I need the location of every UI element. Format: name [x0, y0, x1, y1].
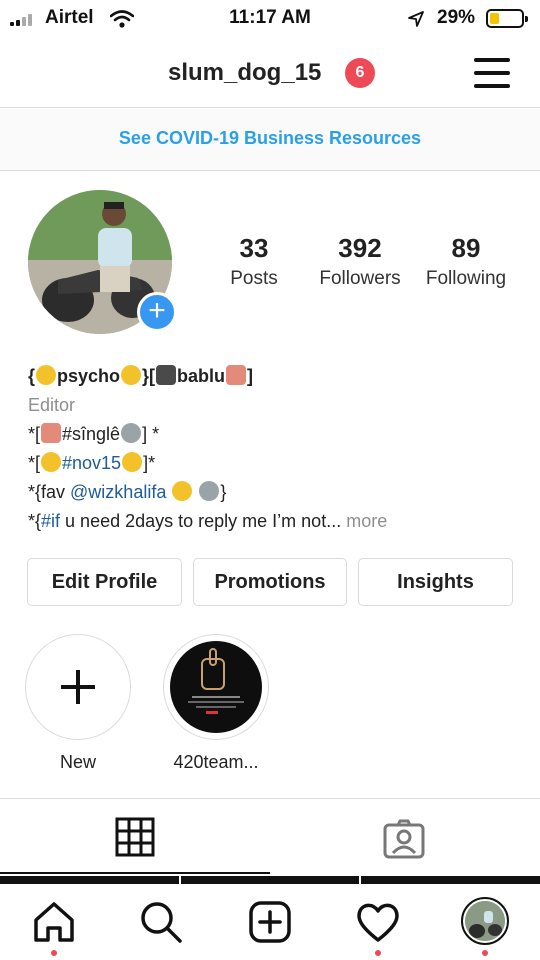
- tab-tagged[interactable]: [270, 799, 540, 879]
- covid-resources-link[interactable]: See COVID-19 Business Resources: [119, 128, 421, 148]
- highlight-label: 420team...: [173, 752, 259, 772]
- add-story-button[interactable]: +: [137, 292, 177, 332]
- bio-line-1: *[#sînglê] *: [28, 423, 160, 444]
- posts-count: 33: [239, 233, 269, 263]
- mention-wizkhalifa[interactable]: @wizkhalifa: [70, 482, 166, 502]
- new-highlight-circle[interactable]: [25, 634, 131, 740]
- highlight-new[interactable]: New: [23, 634, 133, 773]
- sunglasses-face-emoji: [172, 481, 193, 501]
- profile-tabs: [0, 798, 540, 878]
- profile-notification-dot: [482, 950, 488, 956]
- profile-tab-avatar[interactable]: [461, 897, 509, 945]
- person-emoji: [226, 365, 247, 385]
- highlight-cover[interactable]: [163, 634, 269, 740]
- username-title[interactable]: slum_dog_15: [168, 59, 321, 87]
- bio-line-4: *{#if u need 2days to reply me I’m not..…: [28, 511, 388, 531]
- covid-resources-banner: See COVID-19 Business Resources: [0, 109, 540, 171]
- battery-icon: [486, 9, 528, 28]
- location-arrow-icon: [408, 11, 424, 27]
- highlight-cover-image: [170, 641, 262, 733]
- highlight-label: New: [59, 752, 96, 772]
- zany-face-emoji: [121, 365, 142, 385]
- highlight-420team[interactable]: 420team...: [161, 634, 271, 773]
- posts-grid-preview[interactable]: [0, 876, 540, 884]
- woozy-face-emoji: [36, 365, 57, 385]
- performing-arts-emoji: [41, 423, 62, 443]
- notification-badge[interactable]: 6: [345, 58, 375, 88]
- battery-percentage: 29%: [437, 7, 476, 28]
- add-post-icon[interactable]: [246, 898, 294, 946]
- profile-bio: {psycho}[bablu] Editor *[#sînglê] * *[#n…: [28, 362, 518, 536]
- search-icon[interactable]: [137, 898, 185, 946]
- insights-button[interactable]: Insights: [358, 558, 513, 606]
- promotions-button[interactable]: Promotions: [193, 558, 347, 606]
- tab-grid[interactable]: [0, 799, 270, 879]
- home-icon[interactable]: [30, 898, 78, 946]
- home-notification-dot: [51, 950, 57, 956]
- status-bar: Airtel 11:17 AM 29%: [0, 0, 540, 38]
- crying-face-emoji: [122, 452, 143, 472]
- profile-header-bar: slum_dog_15 6: [0, 38, 540, 108]
- followers-stat[interactable]: 392 Followers: [310, 233, 410, 290]
- bio-line-2: *[#nov15]*: [28, 452, 156, 473]
- grid-icon: [115, 817, 155, 857]
- following-label: Following: [425, 268, 507, 289]
- hashtag-nov15[interactable]: #nov15: [62, 453, 121, 473]
- following-count: 89: [451, 233, 481, 263]
- posts-stat[interactable]: 33 Posts: [204, 233, 304, 290]
- alien-emoji: [199, 481, 220, 501]
- tagged-person-icon: [383, 819, 425, 859]
- bio-more-link[interactable]: more: [341, 511, 387, 531]
- followers-count: 392: [338, 233, 382, 263]
- alien-emoji: [121, 423, 142, 443]
- active-tab-indicator: [0, 872, 270, 874]
- hamburger-menu-icon[interactable]: [472, 55, 512, 91]
- display-name: {psycho}[bablu]: [28, 365, 254, 386]
- activity-notification-dot: [375, 950, 381, 956]
- followers-label: Followers: [319, 268, 401, 289]
- profile-category: Editor: [28, 395, 76, 415]
- bottom-navigation: [0, 884, 540, 960]
- detective-emoji: [156, 365, 177, 385]
- edit-profile-button[interactable]: Edit Profile: [27, 558, 182, 606]
- weary-face-emoji: [41, 452, 62, 472]
- hashtag-single[interactable]: #sînglê: [62, 424, 120, 444]
- posts-label: Posts: [230, 268, 278, 289]
- bio-line-3: *{fav @wizkhalifa }: [28, 481, 227, 502]
- heart-icon[interactable]: [354, 898, 402, 946]
- plus-icon: [61, 670, 95, 704]
- profile-tab-avatar-image: [465, 901, 505, 941]
- following-stat[interactable]: 89 Following: [416, 233, 516, 290]
- hashtag-if[interactable]: #if: [41, 511, 60, 531]
